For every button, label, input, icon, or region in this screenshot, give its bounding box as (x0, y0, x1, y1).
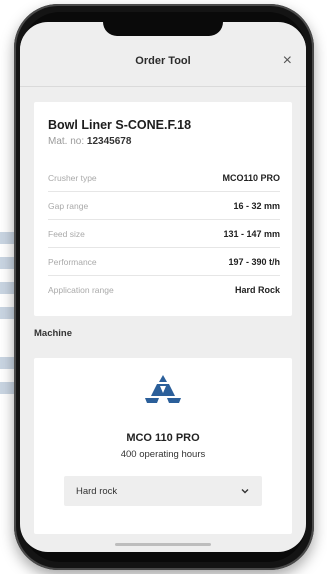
spec-label: Gap range (48, 200, 89, 211)
spec-value: 16 - 32 mm (233, 200, 280, 211)
machine-card: MCO 110 PRO 400 operating hours Hard roc… (34, 358, 292, 534)
page-title: Order Tool (135, 55, 191, 67)
phone-notch (103, 22, 223, 36)
spec-value: 197 - 390 t/h (228, 256, 280, 267)
spec-row-gap-range: Gap range 16 - 32 mm (48, 192, 280, 220)
close-icon[interactable]: × (283, 53, 292, 69)
material-number-label: Mat. no: (48, 136, 85, 147)
spec-row-application-range: Application range Hard Rock (48, 276, 280, 303)
product-name: Bowl Liner S-CONE.F.18 (48, 118, 192, 132)
application-select[interactable]: Hard rock (64, 476, 262, 506)
chevron-down-icon (241, 489, 249, 494)
application-select-value: Hard rock (76, 485, 118, 497)
material-number: Mat. no: 12345678 (48, 136, 131, 147)
product-card: Bowl Liner S-CONE.F.18 Mat. no: 12345678… (34, 102, 292, 316)
section-title-machine: Machine (34, 328, 73, 339)
spec-row-crusher-type: Crusher type MCO110 PRO (48, 164, 280, 192)
spec-label: Crusher type (48, 172, 97, 183)
spec-label: Application range (48, 284, 114, 295)
app-screen: Order Tool × Bowl Liner S-CONE.F.18 Mat.… (20, 22, 306, 552)
spec-value: MCO110 PRO (222, 172, 280, 183)
spec-list: Crusher type MCO110 PRO Gap range 16 - 3… (48, 164, 280, 303)
app-header: Order Tool × (20, 36, 306, 87)
spec-value: 131 - 147 mm (223, 228, 280, 239)
spec-row-feed-size: Feed size 131 - 147 mm (48, 220, 280, 248)
home-indicator (115, 543, 211, 546)
machine-operating-hours: 400 operating hours (120, 449, 206, 460)
machine-name: MCO 110 PRO (126, 432, 200, 444)
spec-label: Performance (48, 256, 97, 267)
spec-label: Feed size (48, 228, 85, 239)
spec-value: Hard Rock (234, 284, 280, 295)
cone-crusher-icon (145, 375, 181, 403)
material-number-value: 12345678 (86, 136, 132, 147)
spec-row-performance: Performance 197 - 390 t/h (48, 248, 280, 276)
